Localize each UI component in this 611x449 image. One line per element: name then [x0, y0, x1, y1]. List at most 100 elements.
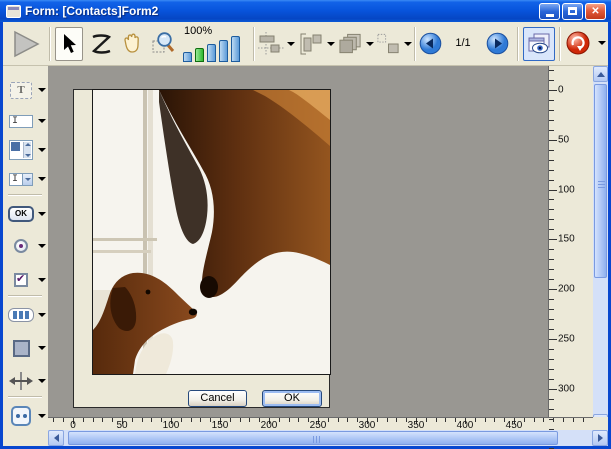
text-tool-icon: T	[10, 82, 32, 99]
next-page-button[interactable]	[486, 32, 509, 55]
checkbox-tool-icon	[14, 273, 28, 287]
cancel-button-object[interactable]: Cancel	[188, 390, 247, 407]
arrow-cursor-icon	[61, 33, 78, 55]
combo-box-tool-icon: I	[9, 173, 33, 186]
zoom-bars-icon[interactable]	[183, 36, 240, 62]
toolbar-separator	[517, 27, 519, 61]
scroll-left-button[interactable]	[48, 430, 64, 446]
chevron-down-icon[interactable]	[38, 88, 46, 92]
button-bar-tool[interactable]	[7, 302, 47, 328]
zoom-bar-100[interactable]	[195, 48, 204, 62]
rectangle-tool[interactable]	[7, 335, 47, 361]
zoom-bar-200[interactable]	[207, 44, 216, 62]
list-box-tool[interactable]	[7, 137, 47, 163]
splitter-tool[interactable]	[7, 368, 47, 394]
combo-box-tool[interactable]: I	[7, 166, 47, 192]
resize-icon	[376, 32, 401, 56]
distribute-icon	[298, 32, 324, 56]
zoom-control[interactable]: 100%	[182, 25, 248, 64]
design-canvas[interactable]: Cancel OK	[48, 66, 548, 417]
plugin-area-tool[interactable]	[7, 403, 47, 429]
plugin-area-tool-icon	[11, 406, 31, 426]
splitter-tool-icon	[9, 372, 33, 390]
play-icon	[11, 29, 41, 59]
page-indicator-label: 1/1	[455, 37, 470, 49]
preview-mode-button[interactable]	[523, 27, 555, 61]
close-button[interactable]: ✕	[585, 3, 606, 20]
align-tool-button[interactable]	[258, 30, 295, 58]
horizontal-ruler: 050100150200250300350400450	[48, 417, 593, 430]
palette-separator	[8, 396, 42, 398]
toolbar: 100%	[3, 22, 608, 66]
window-title: Form: [Contacts]Form2	[25, 4, 158, 18]
input-field-tool[interactable]: I	[7, 108, 47, 134]
chevron-down-icon[interactable]	[38, 313, 46, 317]
rectangle-tool-icon	[13, 340, 30, 357]
text-tool[interactable]: T	[7, 77, 47, 103]
list-box-tool-icon	[9, 140, 33, 160]
entry-order-tool-button[interactable]	[87, 30, 115, 58]
object-tool-palette: T I I OK	[3, 66, 48, 446]
titlebar[interactable]: Form: [Contacts]Form2 ✕	[0, 0, 611, 22]
minimize-button[interactable]	[539, 3, 560, 20]
zoom-bar-400[interactable]	[219, 40, 228, 62]
two-dogs-photo	[93, 90, 330, 374]
chevron-down-icon[interactable]	[38, 119, 46, 123]
vertical-ruler: 050100150200250300	[548, 66, 593, 417]
page-indicator: 1/1	[445, 37, 481, 49]
chevron-down-icon[interactable]	[38, 177, 46, 181]
chevron-down-icon[interactable]	[38, 244, 46, 248]
chevron-down-icon[interactable]	[38, 148, 46, 152]
button-bar-tool-icon	[8, 308, 34, 322]
chevron-down-icon[interactable]	[598, 41, 606, 45]
horizontal-scrollbar[interactable]	[48, 430, 608, 446]
layers-icon	[338, 32, 363, 56]
form-window-icon	[6, 5, 21, 18]
hand-icon	[120, 31, 144, 57]
scroll-right-button[interactable]	[592, 430, 608, 446]
chevron-down-icon[interactable]	[38, 346, 46, 350]
distribute-tool-button[interactable]	[298, 30, 335, 58]
scroll-up-button[interactable]	[593, 66, 608, 82]
radio-button-tool[interactable]	[7, 233, 47, 259]
checkbox-tool[interactable]	[7, 267, 47, 293]
layers-tool-button[interactable]	[338, 30, 374, 58]
entry-order-z-icon	[89, 32, 113, 56]
zoom-bar-50[interactable]	[183, 52, 192, 62]
chevron-down-icon[interactable]	[38, 278, 46, 282]
horizontal-scroll-thumb[interactable]	[68, 431, 558, 445]
hand-tool-button[interactable]	[117, 29, 147, 59]
form-editor-window: Form: [Contacts]Form2 ✕	[0, 0, 611, 449]
maximize-button[interactable]	[562, 3, 583, 20]
chevron-down-icon[interactable]	[38, 414, 46, 418]
run-object-icon	[565, 30, 591, 56]
form-page[interactable]: Cancel OK	[73, 89, 330, 408]
chevron-down-icon[interactable]	[38, 212, 46, 216]
resize-tool-button[interactable]	[376, 30, 412, 58]
run-object-button[interactable]	[565, 30, 591, 56]
toolbar-separator	[559, 27, 561, 61]
button-tool[interactable]: OK	[7, 201, 47, 227]
selection-tool-button[interactable]	[55, 27, 83, 61]
execute-form-button[interactable]	[7, 28, 45, 60]
palette-separator	[8, 194, 42, 196]
toolbar-separator	[253, 27, 255, 61]
previous-page-icon	[419, 32, 442, 55]
chevron-down-icon	[327, 42, 335, 46]
toolbar-separator	[414, 27, 416, 61]
next-page-icon	[486, 32, 509, 55]
ok-button-object[interactable]: OK	[262, 390, 322, 407]
magnifier-tool-button[interactable]	[148, 29, 179, 59]
two-dogs-photo-object[interactable]	[92, 89, 331, 375]
vertical-scroll-thumb[interactable]	[594, 84, 607, 278]
align-icon	[258, 32, 284, 56]
ruler-corner	[593, 417, 608, 430]
chevron-down-icon	[287, 42, 295, 46]
vertical-scrollbar[interactable]	[593, 66, 608, 430]
chevron-down-icon[interactable]	[38, 379, 46, 383]
previous-page-button[interactable]	[419, 32, 442, 55]
zoom-bar-800[interactable]	[231, 36, 240, 62]
toolbar-separator	[49, 27, 51, 61]
preview-eye-icon	[527, 32, 551, 56]
input-field-tool-icon: I	[9, 115, 33, 128]
